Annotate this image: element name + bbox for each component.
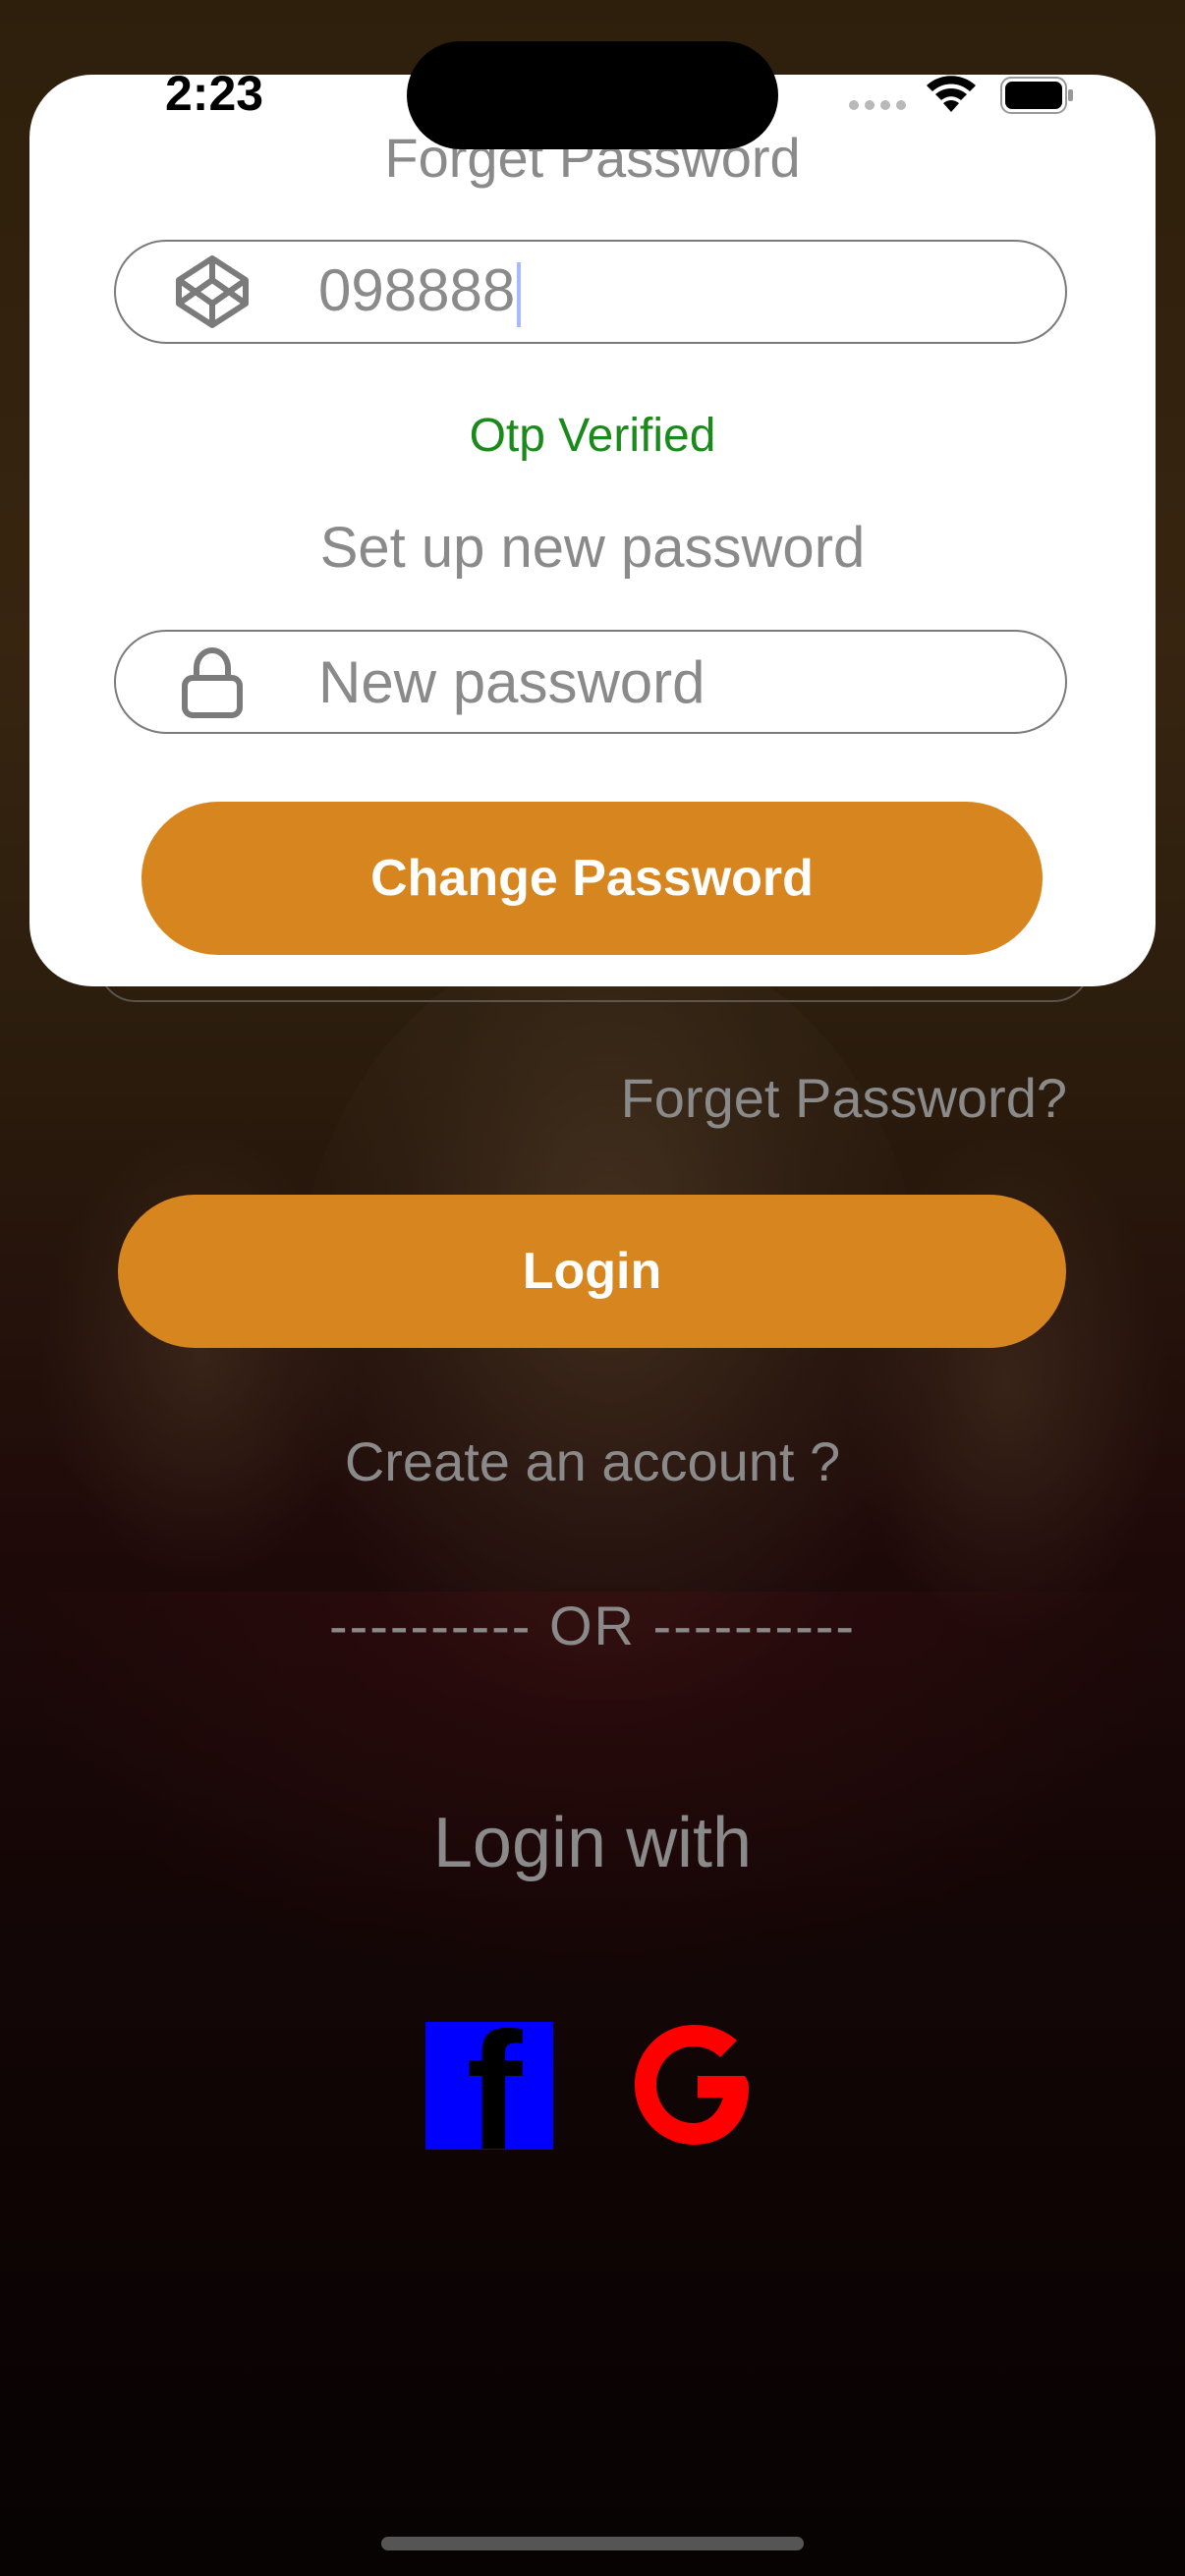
lock-icon <box>173 643 252 721</box>
battery-icon <box>1000 77 1073 114</box>
otp-field[interactable]: 098888 <box>114 240 1067 344</box>
text-caret <box>517 262 522 328</box>
or-divider: ---------- OR ---------- <box>328 1595 857 1656</box>
home-indicator <box>381 2537 804 2550</box>
setup-password-label: Set up new password <box>319 516 866 580</box>
signal-icon <box>849 100 906 110</box>
new-password-field[interactable]: New password <box>114 630 1067 734</box>
dynamic-island <box>407 41 778 149</box>
change-password-button[interactable]: Change Password <box>141 802 1043 955</box>
create-account-link[interactable]: Create an account ? <box>0 1429 1185 1493</box>
forget-password-link[interactable]: Forget Password? <box>621 1066 1067 1130</box>
otp-status: Otp Verified <box>469 410 716 462</box>
otp-input-value[interactable]: 098888 <box>318 256 522 328</box>
wifi-icon <box>927 76 976 112</box>
google-icon[interactable] <box>629 2019 762 2152</box>
facebook-icon[interactable]: f <box>425 2022 553 2150</box>
codepen-cube-icon <box>173 252 252 331</box>
login-button[interactable]: Login <box>118 1195 1066 1348</box>
login-with-label: Login with <box>432 1804 753 1882</box>
status-time: 2:23 <box>165 66 264 121</box>
new-password-input[interactable]: New password <box>318 648 705 716</box>
forget-password-modal: Forget Password 098888 Otp Verified Set … <box>29 75 1156 986</box>
